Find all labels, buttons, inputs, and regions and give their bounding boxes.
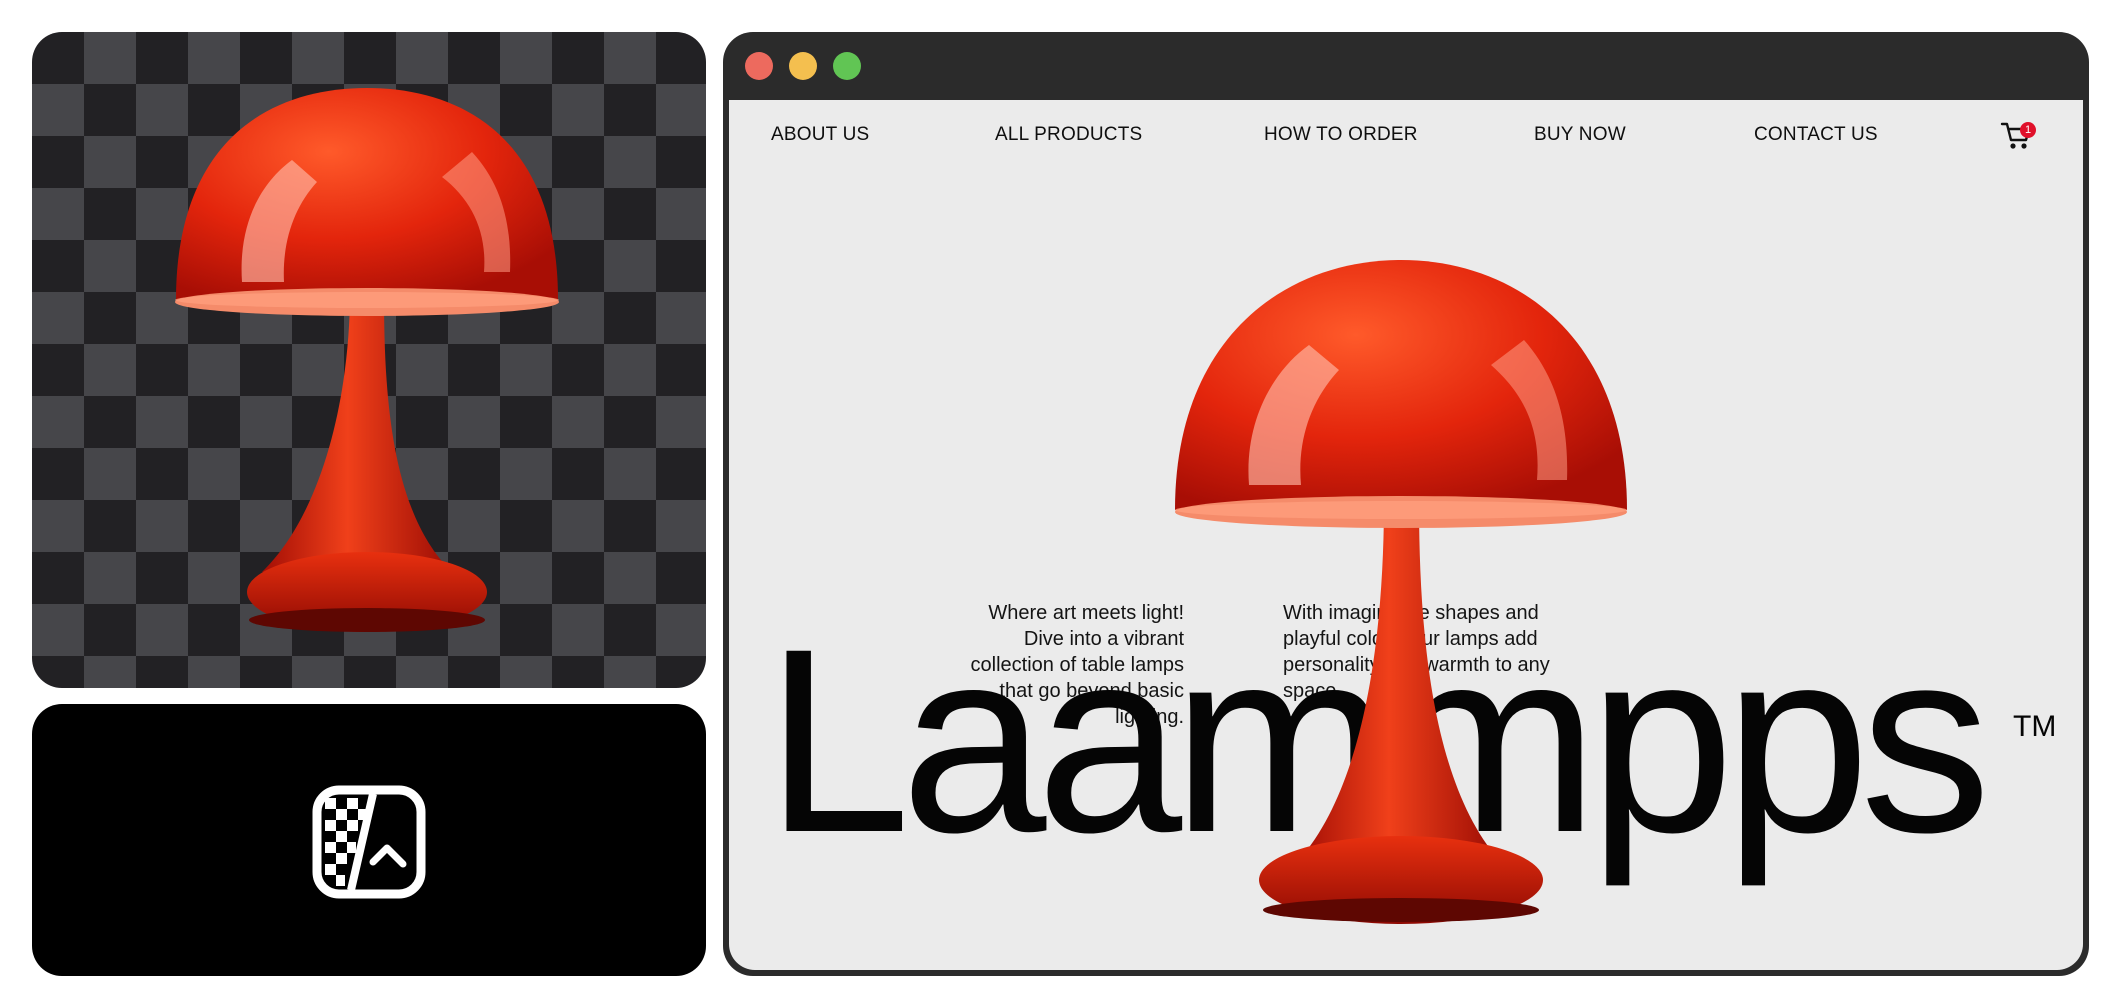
close-dot[interactable] [745, 52, 773, 80]
background-remover-logo-icon [312, 785, 426, 899]
hero-lamp-image [1175, 260, 1627, 924]
logo-card [32, 704, 706, 976]
red-mushroom-lamp-image [175, 88, 559, 632]
browser-window: ABOUT US ALL PRODUCTS HOW TO ORDER BUY N… [723, 32, 2089, 976]
maximize-dot[interactable] [833, 52, 861, 80]
transparent-preview-card [32, 32, 706, 688]
web-page: ABOUT US ALL PRODUCTS HOW TO ORDER BUY N… [729, 100, 2083, 970]
minimize-dot[interactable] [789, 52, 817, 80]
